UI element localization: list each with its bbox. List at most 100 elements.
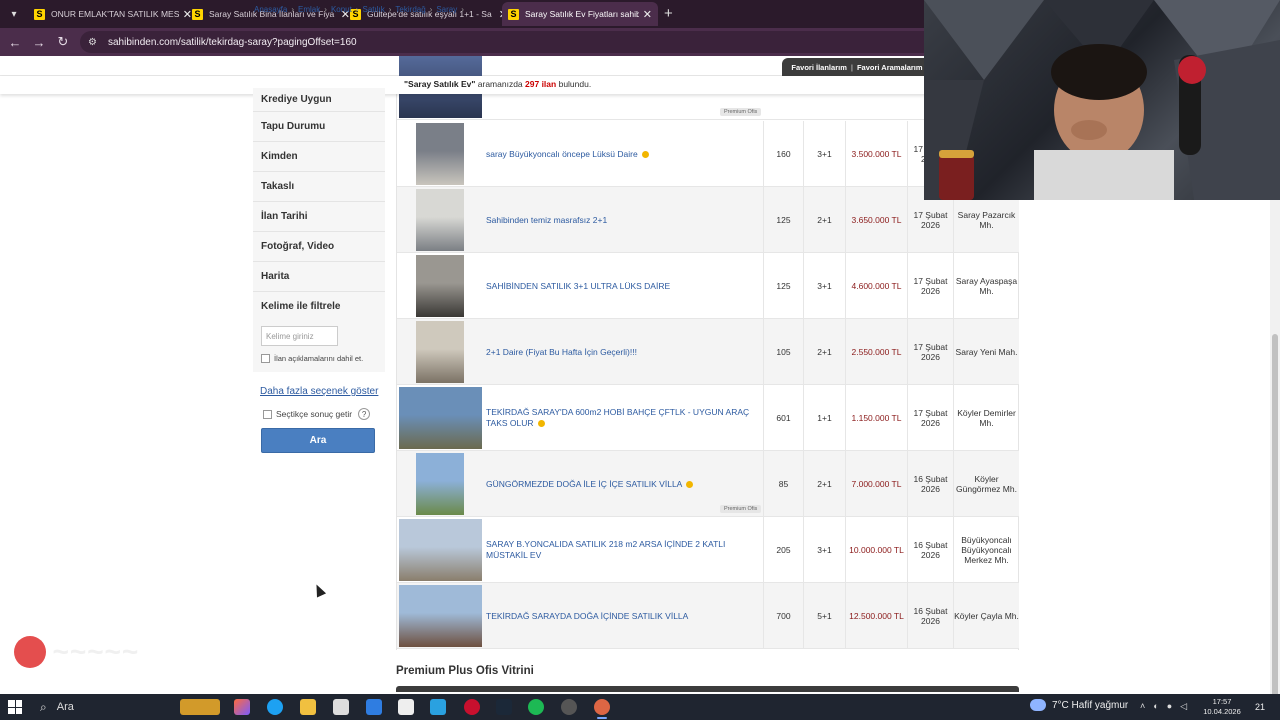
listing-row[interactable]: 2+1 Daire (Fiyat Bu Hafta İçin Geçerli)!… bbox=[397, 319, 1019, 385]
listing-date: 16 Şubat 2026 bbox=[907, 451, 953, 517]
listing-location: Saray Yeni Mah. bbox=[953, 319, 1019, 385]
keyword-input[interactable]: Kelime giriniz bbox=[261, 326, 338, 346]
select-results-checkbox[interactable]: Seçtikçe sonuç getir ? bbox=[263, 408, 371, 420]
spotify-icon[interactable] bbox=[528, 699, 544, 715]
copilot-icon[interactable] bbox=[234, 699, 250, 715]
more-options-link[interactable]: Daha fazla seçenek göster bbox=[260, 386, 378, 397]
highlight-badge-icon bbox=[537, 420, 545, 428]
breadcrumb-link[interactable]: Saray bbox=[436, 5, 457, 14]
listing-thumbnail[interactable] bbox=[399, 519, 482, 581]
breadcrumb-link[interactable]: Anasayfa bbox=[254, 5, 287, 14]
listing-thumbnail[interactable] bbox=[416, 123, 464, 185]
premium-plus-title: Premium Plus Ofis Vitrini bbox=[396, 665, 534, 677]
tab-title: ONUR EMLAK'TAN SATILIK MES bbox=[51, 9, 179, 19]
filter-ilan-tarihi[interactable]: İlan Tarihi bbox=[253, 202, 385, 232]
taskbar-clock[interactable]: 17:57 10.04.2026 bbox=[1200, 697, 1244, 717]
listing-location: Saray Ayaspaşa Mh. bbox=[953, 253, 1019, 319]
filter-krediye-uygun[interactable]: Krediye Uygun bbox=[253, 88, 385, 112]
listing-thumbnail[interactable] bbox=[416, 321, 464, 383]
listing-m2: 160 bbox=[763, 121, 803, 187]
scrollbar-thumb[interactable] bbox=[1272, 334, 1278, 704]
breadcrumb-link[interactable]: Konut bbox=[331, 5, 352, 14]
listing-location: Köyler Demirler Mh. bbox=[953, 385, 1019, 451]
mouse-cursor-icon bbox=[311, 582, 327, 598]
listing-title-link[interactable]: GÜNGÖRMEZDE DOĞA İLE İÇ İÇE SATILIK VİLL… bbox=[486, 451, 758, 517]
clock-time: 17:57 bbox=[1212, 697, 1232, 706]
browser-tab[interactable]: S ONUR EMLAK'TAN SATILIK MES ✕ bbox=[28, 2, 198, 26]
listing-m2: 601 bbox=[763, 385, 803, 451]
breadcrumb-link[interactable]: Emlak bbox=[298, 5, 320, 14]
listing-thumbnail[interactable] bbox=[399, 387, 482, 449]
listing-title-link[interactable]: SAHİBİNDEN SATILIK 3+1 ULTRA LÜKS DAİRE bbox=[486, 253, 758, 319]
listing-title-link[interactable]: 2+1 Daire (Fiyat Bu Hafta İçin Geçerli)!… bbox=[486, 319, 758, 385]
webcam-overlay bbox=[924, 0, 1280, 200]
search-button[interactable]: Ara bbox=[261, 428, 375, 453]
network-icon[interactable]: ◐ bbox=[1153, 701, 1158, 712]
reload-icon[interactable]: ↻ bbox=[54, 33, 72, 51]
checkbox-icon[interactable] bbox=[263, 409, 272, 419]
listing-row[interactable]: TEKİRDAĞ SARAYDA DOĞA İÇİNDE SATILIK VİL… bbox=[397, 583, 1019, 649]
listing-rooms: 1+1 bbox=[803, 385, 845, 451]
checkbox-icon[interactable] bbox=[261, 354, 270, 363]
listing-thumbnail[interactable] bbox=[399, 585, 482, 647]
close-icon[interactable]: ✕ bbox=[643, 8, 652, 21]
listing-row[interactable]: SAHİBİNDEN SATILIK 3+1 ULTRA LÜKS DAİRE 1… bbox=[397, 253, 1019, 319]
edge-browser-icon[interactable] bbox=[267, 699, 283, 715]
store-icon[interactable] bbox=[333, 699, 349, 715]
listing-row[interactable]: SARAY B.YONCALIDA SATILIK 218 m2 ARSA İÇ… bbox=[397, 517, 1019, 583]
search-highlight-icon[interactable] bbox=[180, 699, 220, 715]
help-icon[interactable]: ? bbox=[358, 408, 371, 420]
windows-taskbar: ⌕ Ara 7°C Hafif yağmur ˄ ◐ ● ◁ 17:57 10.… bbox=[0, 694, 1280, 720]
listing-title-link[interactable]: TEKİRDAĞ SARAYDA DOĞA İÇİNDE SATILIK VİL… bbox=[486, 583, 758, 649]
weather-widget[interactable]: 7°C Hafif yağmur bbox=[1030, 699, 1128, 711]
listing-thumbnail[interactable] bbox=[416, 453, 464, 515]
sahibinden-favicon-icon: S bbox=[192, 8, 203, 20]
volume-icon[interactable]: ◁ bbox=[1180, 701, 1187, 712]
dev-tool-icon[interactable] bbox=[430, 699, 446, 715]
page-scrollbar[interactable] bbox=[1270, 200, 1280, 704]
new-tab-plus-icon[interactable]: + bbox=[664, 5, 673, 22]
filter-tapu-durumu[interactable]: Tapu Durumu bbox=[253, 112, 385, 142]
listing-title: GÜNGÖRMEZDE DOĞA İLE İÇ İÇE SATILIK VİLL… bbox=[486, 478, 683, 489]
listing-thumbnail[interactable] bbox=[416, 255, 464, 317]
back-arrow-icon[interactable]: ← bbox=[6, 33, 24, 51]
listing-row[interactable]: GÜNGÖRMEZDE DOĞA İLE İÇ İÇE SATILIK VİLL… bbox=[397, 451, 1019, 517]
obs-icon[interactable] bbox=[561, 699, 577, 715]
address-bar[interactable]: ⚙ sahibinden.com/satilik/tekirdag-saray?… bbox=[80, 31, 960, 53]
include-description-checkbox[interactable]: İlan açıklamalarını dahil et. bbox=[261, 354, 363, 363]
browser-tab-active[interactable]: S Saray Satılık Ev Fiyatları sahibind ✕ bbox=[502, 2, 658, 26]
filter-fotograf-video[interactable]: Fotoğraf, Video bbox=[253, 232, 385, 262]
tab-list-button[interactable]: ▾ bbox=[4, 4, 24, 24]
filter-takasli[interactable]: Takaslı bbox=[253, 172, 385, 202]
listing-date: 17 Şubat 2026 bbox=[907, 319, 953, 385]
listing-row[interactable]: TEKİRDAĞ SARAY'DA 600m2 HOBİ BAHÇE ÇFTLK… bbox=[397, 385, 1019, 451]
chevron-up-icon[interactable]: ˄ bbox=[1140, 701, 1145, 712]
chrome-icon[interactable] bbox=[594, 699, 610, 719]
premium-office-badge: Premium Ofis bbox=[720, 108, 762, 116]
result-count: 297 ilan bbox=[525, 79, 557, 89]
listing-title: Sahibinden temiz masrafsız 2+1 bbox=[486, 214, 608, 225]
listing-title-link[interactable]: saray Büyükyoncalı öncepe Lüksü Daire bbox=[486, 121, 758, 187]
notification-count[interactable]: 21 bbox=[1252, 699, 1268, 715]
windows-start-icon[interactable] bbox=[8, 700, 22, 714]
steam-icon[interactable] bbox=[496, 699, 512, 715]
site-info-icon[interactable]: ⚙ bbox=[88, 37, 100, 48]
microphone-icon[interactable]: ● bbox=[1167, 701, 1172, 712]
mail-icon[interactable] bbox=[366, 699, 382, 715]
sahibinden-favicon-icon: S bbox=[34, 8, 45, 20]
listing-title-link[interactable]: Sahibinden temiz masrafsız 2+1 bbox=[486, 187, 758, 253]
listing-title-link[interactable]: TEKİRDAĞ SARAY'DA 600m2 HOBİ BAHÇE ÇFTLK… bbox=[486, 385, 758, 451]
listing-title-link[interactable]: SARAY B.YONCALIDA SATILIK 218 m2 ARSA İÇ… bbox=[486, 517, 758, 583]
file-explorer-icon[interactable] bbox=[300, 699, 316, 715]
listing-rooms: 5+1 bbox=[803, 583, 845, 649]
filter-harita[interactable]: Harita bbox=[253, 262, 385, 292]
opera-icon[interactable] bbox=[464, 699, 480, 715]
listing-price: 2.550.000 TL bbox=[845, 319, 907, 385]
keyword-filter-title: Kelime ile filtrele bbox=[253, 292, 385, 320]
listing-thumbnail[interactable] bbox=[416, 189, 464, 251]
security-shield-icon[interactable] bbox=[398, 699, 414, 715]
breadcrumb-link[interactable]: Satılık bbox=[363, 5, 385, 14]
breadcrumb-link[interactable]: Tekirdağ bbox=[395, 5, 425, 14]
forward-arrow-icon[interactable]: → bbox=[30, 33, 48, 51]
filter-kimden[interactable]: Kimden bbox=[253, 142, 385, 172]
